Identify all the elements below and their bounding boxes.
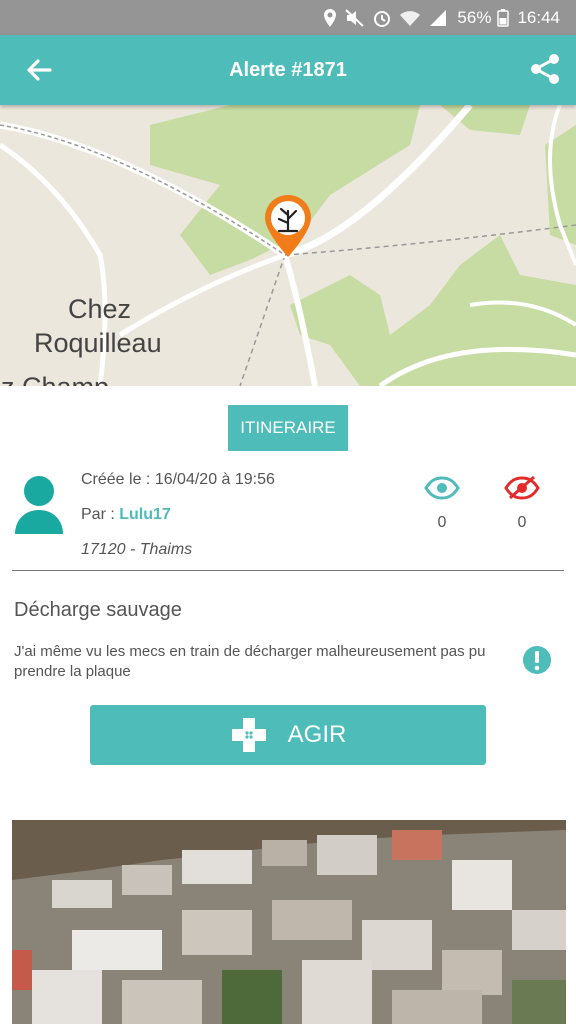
alert-description: J'ai même vu les mecs en train de déchar… — [14, 643, 486, 680]
avatar-icon — [15, 476, 63, 534]
eye-icon — [424, 476, 460, 500]
hidden-count: 0 — [517, 514, 527, 531]
created-date: Créée le : 16/04/20 à 19:56 — [81, 471, 275, 488]
back-arrow-icon[interactable] — [22, 53, 56, 87]
author-username[interactable]: Lulu17 — [119, 506, 171, 523]
share-icon[interactable] — [528, 52, 562, 86]
photo-content — [12, 820, 566, 1024]
status-icons — [323, 8, 447, 27]
author-line: Par : Lulu17 — [81, 503, 275, 538]
location-icon — [324, 8, 337, 27]
map-place-label: ez Champ — [0, 371, 109, 386]
clock: 16:44 — [517, 7, 560, 27]
wifi-icon — [400, 10, 421, 26]
signal-icon — [430, 9, 447, 26]
alert-location: 17120 - Thaims — [81, 541, 193, 558]
views-stat[interactable]: 0 — [422, 476, 462, 532]
divider — [12, 570, 564, 571]
act-button-label: AGIR — [287, 721, 347, 748]
eye-slash-icon — [504, 476, 540, 500]
map-place-label: Roquilleau — [34, 328, 162, 358]
report-alert-icon[interactable] — [522, 645, 552, 675]
bandage-icon — [231, 718, 266, 752]
battery-icon — [497, 8, 510, 27]
status-bar: 56% 16:44 — [0, 0, 576, 35]
map-place-label: Chez — [68, 294, 132, 324]
alert-marker-icon[interactable] — [262, 193, 314, 259]
alert-meta: Créée le : 16/04/20 à 19:56 Par : Lulu17… — [81, 468, 275, 573]
page-title: Alerte #1871 — [229, 58, 347, 81]
alert-photo[interactable] — [12, 820, 566, 1024]
map-view[interactable]: Chez Roquilleau ez Champ — [0, 105, 576, 386]
itinerary-button[interactable]: ITINERAIRE — [228, 405, 348, 451]
act-button[interactable]: AGIR — [90, 705, 486, 765]
mute-icon — [345, 8, 365, 27]
views-count: 0 — [437, 514, 447, 531]
alarm-icon — [374, 10, 391, 27]
itinerary-wrapper: ITINERAIRE — [0, 405, 576, 451]
app-header: Alerte #1871 — [0, 35, 576, 105]
alert-title: Décharge sauvage — [14, 599, 182, 621]
author-prefix: Par : — [81, 506, 120, 523]
battery-percent: 56% — [457, 7, 492, 27]
hidden-stat[interactable]: 0 — [502, 476, 542, 532]
alert-info: Créée le : 16/04/20 à 19:56 Par : Lulu17… — [0, 462, 576, 562]
